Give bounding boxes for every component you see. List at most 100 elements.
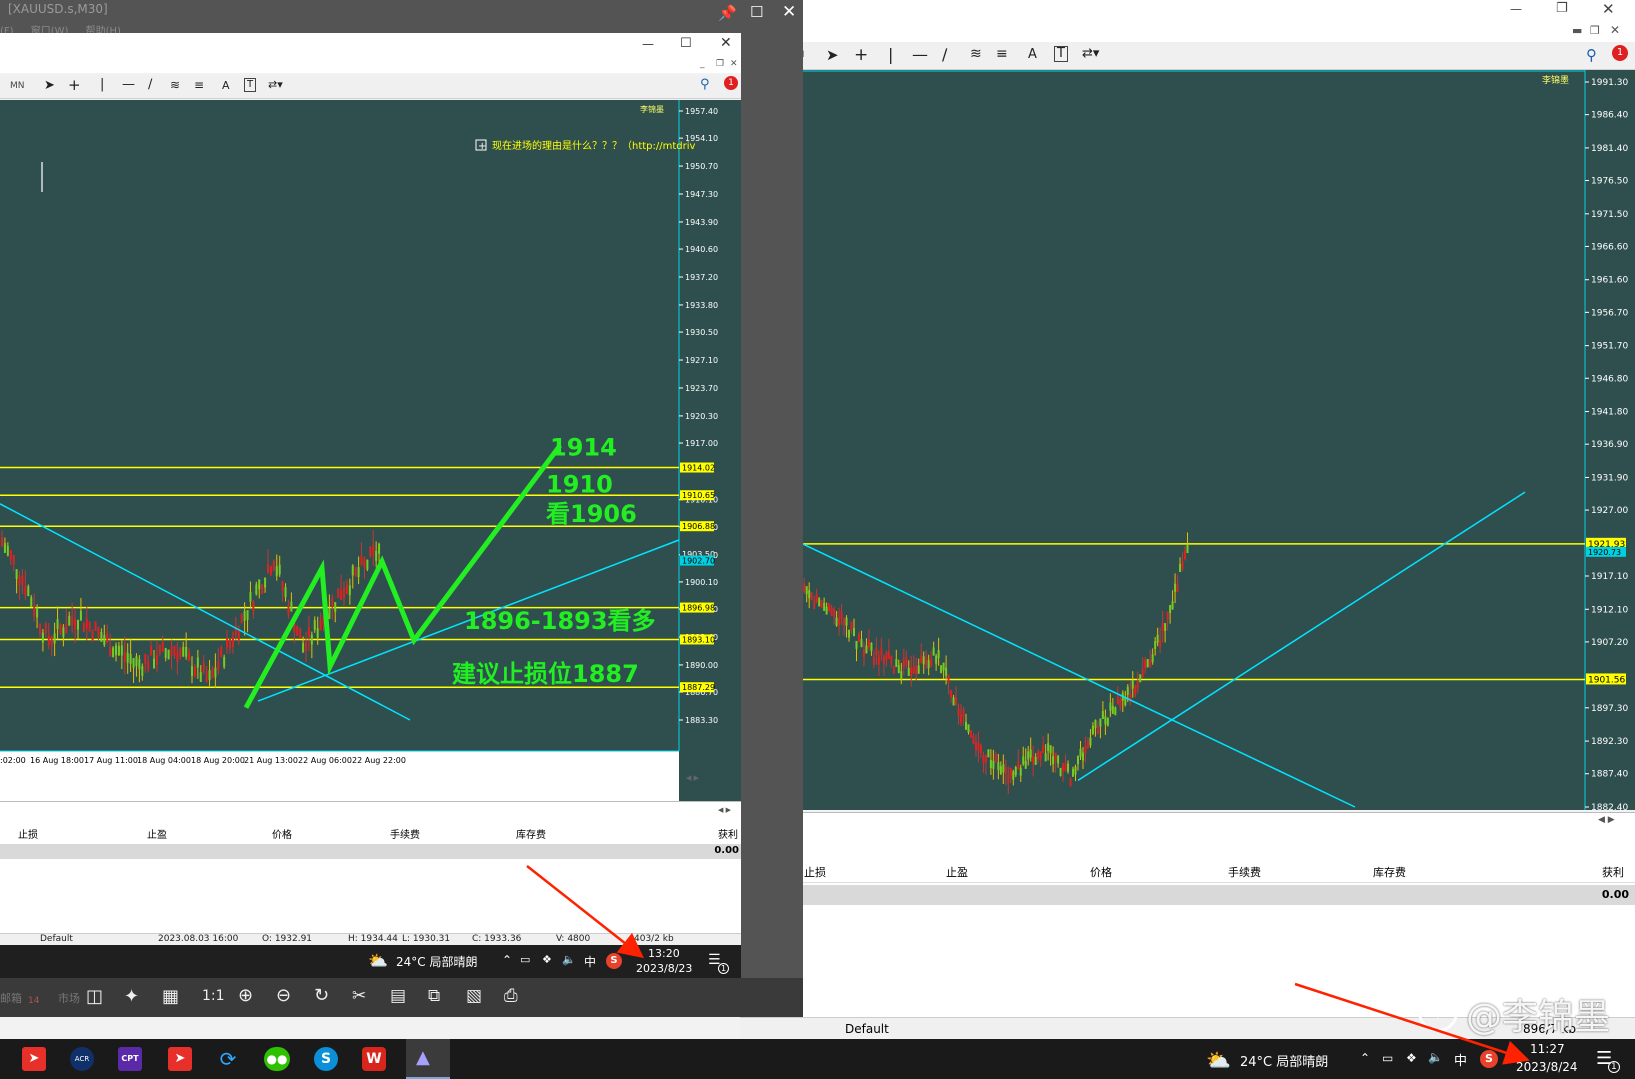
inner-wifi-icon[interactable]: ❖ [542,953,552,966]
cursor-icon[interactable]: ➤ [826,46,839,64]
inner-tray-chevron-icon[interactable]: ⌃ [502,953,512,967]
pin-icon[interactable]: 📌 [718,4,737,22]
rotate-icon[interactable]: ↻ [314,985,329,1006]
inner-column-stoploss[interactable]: 止损 [18,826,38,841]
inner-channel-icon[interactable]: ≋ [170,78,180,92]
column-stoploss[interactable]: 止损 [804,864,826,880]
clock-time[interactable]: 11:27 [1530,1042,1565,1056]
zoom-in-icon[interactable]: ⊕ [238,985,253,1006]
save-as-icon[interactable]: ▧ [466,986,482,1006]
app-cpt[interactable]: CPT [118,1047,142,1071]
inner-maximize-icon[interactable]: ☐ [680,36,692,51]
image-edit-icon[interactable]: ▦ [162,986,179,1007]
column-price[interactable]: 价格 [1090,864,1112,880]
price-tick-label: 1957.40 [685,107,718,116]
crop-icon[interactable]: ✂ [352,986,366,1006]
column-commission[interactable]: 手续费 [1228,864,1261,880]
app-sync[interactable]: ⟳ [216,1047,240,1071]
inner-mdi-close-icon[interactable]: ✕ [730,59,738,69]
inner-clock-date[interactable]: 2023/8/23 [636,962,692,975]
inner-hline-icon[interactable]: — [122,77,135,92]
actual-size-button[interactable]: 1:1 [202,988,225,1004]
inner-volume-icon[interactable]: 🔈 [562,953,576,966]
inner-column-profit[interactable]: 获利 [718,826,738,841]
search-icon[interactable]: ⚲ [1586,46,1597,64]
inner-period-mn[interactable]: MN [10,81,25,91]
inner-sogou-icon[interactable]: S [606,953,622,969]
inner-notification-badge[interactable]: 1 [724,76,738,90]
close-icon[interactable]: ✕ [1602,0,1615,18]
maximize-icon[interactable]: ☐ [750,3,763,21]
volume-icon[interactable]: 🔈 [1428,1050,1443,1064]
level-tag-label: 1887.29 [682,683,715,692]
magic-select-icon[interactable]: ✦ [124,986,139,1007]
weather-icon: ⛅ [1206,1048,1231,1072]
fibonacci-icon[interactable]: ≡ [996,46,1008,62]
compare-icon[interactable]: ◫ [86,986,103,1007]
mdi-minimize-icon[interactable]: ▬ [1572,24,1582,37]
wps-icon[interactable]: W [362,1047,386,1071]
column-profit[interactable]: 获利 [1602,864,1624,880]
clock-date[interactable]: 2023/8/24 [1516,1060,1578,1074]
inner-mdi-restore-icon[interactable]: ❐ [716,59,724,69]
wechat-icon[interactable]: ●● [264,1047,290,1071]
inner-close-icon[interactable]: ✕ [720,35,732,51]
zoom-out-icon[interactable]: ⊖ [276,985,291,1006]
text-label-icon[interactable]: T [1054,46,1068,62]
inner-scroll-arrows[interactable]: ◀ ▶ [718,806,731,814]
app-acr[interactable]: ACR [70,1047,94,1071]
mdi-restore-icon[interactable]: ❐ [1590,24,1600,37]
ime-indicator[interactable]: 中 [1454,1050,1467,1069]
print-icon[interactable]: ⎙ [504,986,518,1006]
inner-mdi-min-icon[interactable]: _ [700,59,705,69]
wifi-icon[interactable]: ❖ [1406,1051,1417,1065]
trendline-icon[interactable]: ∕ [942,45,947,64]
inner-label-icon[interactable]: T [244,78,257,92]
inner-crosshair-icon[interactable]: + [68,76,81,94]
convert-icon[interactable]: ⧉ [428,986,440,1006]
arrows-tool-icon[interactable]: ⇄▾ [1082,46,1099,61]
inner-column-takeprofit[interactable]: 止盈 [147,826,167,841]
photo-viewer-icon[interactable]: ▲ [406,1039,450,1079]
inner-status-close: C: 1933.36 [472,934,522,944]
price-tick-label: 1912.10 [1591,605,1628,615]
mail-count: 14 [28,996,40,1006]
back-scroll-arrows[interactable]: ◀ ▶ [1598,815,1615,825]
skype-icon[interactable]: S [314,1047,338,1071]
app-pdf-2[interactable]: ➤ [168,1047,192,1071]
mdi-close-icon[interactable]: ✕ [1610,23,1620,37]
inner-search-icon[interactable]: ⚲ [700,77,710,92]
inner-ime-indicator[interactable]: 中 [584,953,596,970]
minimize-icon[interactable]: — [1510,2,1522,16]
vertical-line-icon[interactable]: | [888,45,893,64]
inner-minimize-icon[interactable]: — [642,37,654,51]
inner-cursor-icon[interactable]: ➤ [44,78,55,93]
inner-clock-time[interactable]: 13:20 [648,947,680,960]
inner-column-swap[interactable]: 库存费 [516,826,546,841]
restore-icon[interactable]: ❐ [1556,1,1568,16]
close-icon[interactable]: ✕ [782,2,796,22]
notification-badge[interactable]: 1 [1612,45,1628,61]
crosshair-icon[interactable]: + [854,45,868,65]
front-price-chart[interactable]: 1957.401954.101950.701947.301943.901940.… [0,100,741,801]
channel-icon[interactable]: ≋ [970,46,982,62]
price-tick-label: 1991.30 [1591,78,1628,88]
column-takeprofit[interactable]: 止盈 [946,864,968,880]
column-swap[interactable]: 库存费 [1373,864,1406,880]
app-pdf[interactable]: ➤ [22,1047,46,1071]
text-tool-icon[interactable]: A [1028,47,1037,62]
back-price-chart[interactable]: 1991.30 1986.40 1981.40 1976.50 1971.50 1966.… [740,70,1635,810]
tray-chevron-icon[interactable]: ⌃ [1360,1051,1370,1065]
inner-column-commission[interactable]: 手续费 [390,826,420,841]
inner-text-icon[interactable]: A [222,79,230,92]
sogou-icon[interactable]: S [1480,1050,1498,1068]
inner-vline-icon[interactable]: | [100,77,104,92]
annotation-1906: 看1906 [546,500,637,528]
annotation-1896-1893: 1896-1893看多 [464,607,656,635]
ocr-icon[interactable]: ▤ [390,986,406,1006]
inner-trendline-icon[interactable]: ∕ [148,77,152,92]
inner-fib-icon[interactable]: ≡ [194,78,204,92]
horizontal-line-icon[interactable]: — [912,45,928,64]
inner-arrows-icon[interactable]: ⇄▾ [268,78,283,91]
inner-column-price[interactable]: 价格 [272,826,292,841]
